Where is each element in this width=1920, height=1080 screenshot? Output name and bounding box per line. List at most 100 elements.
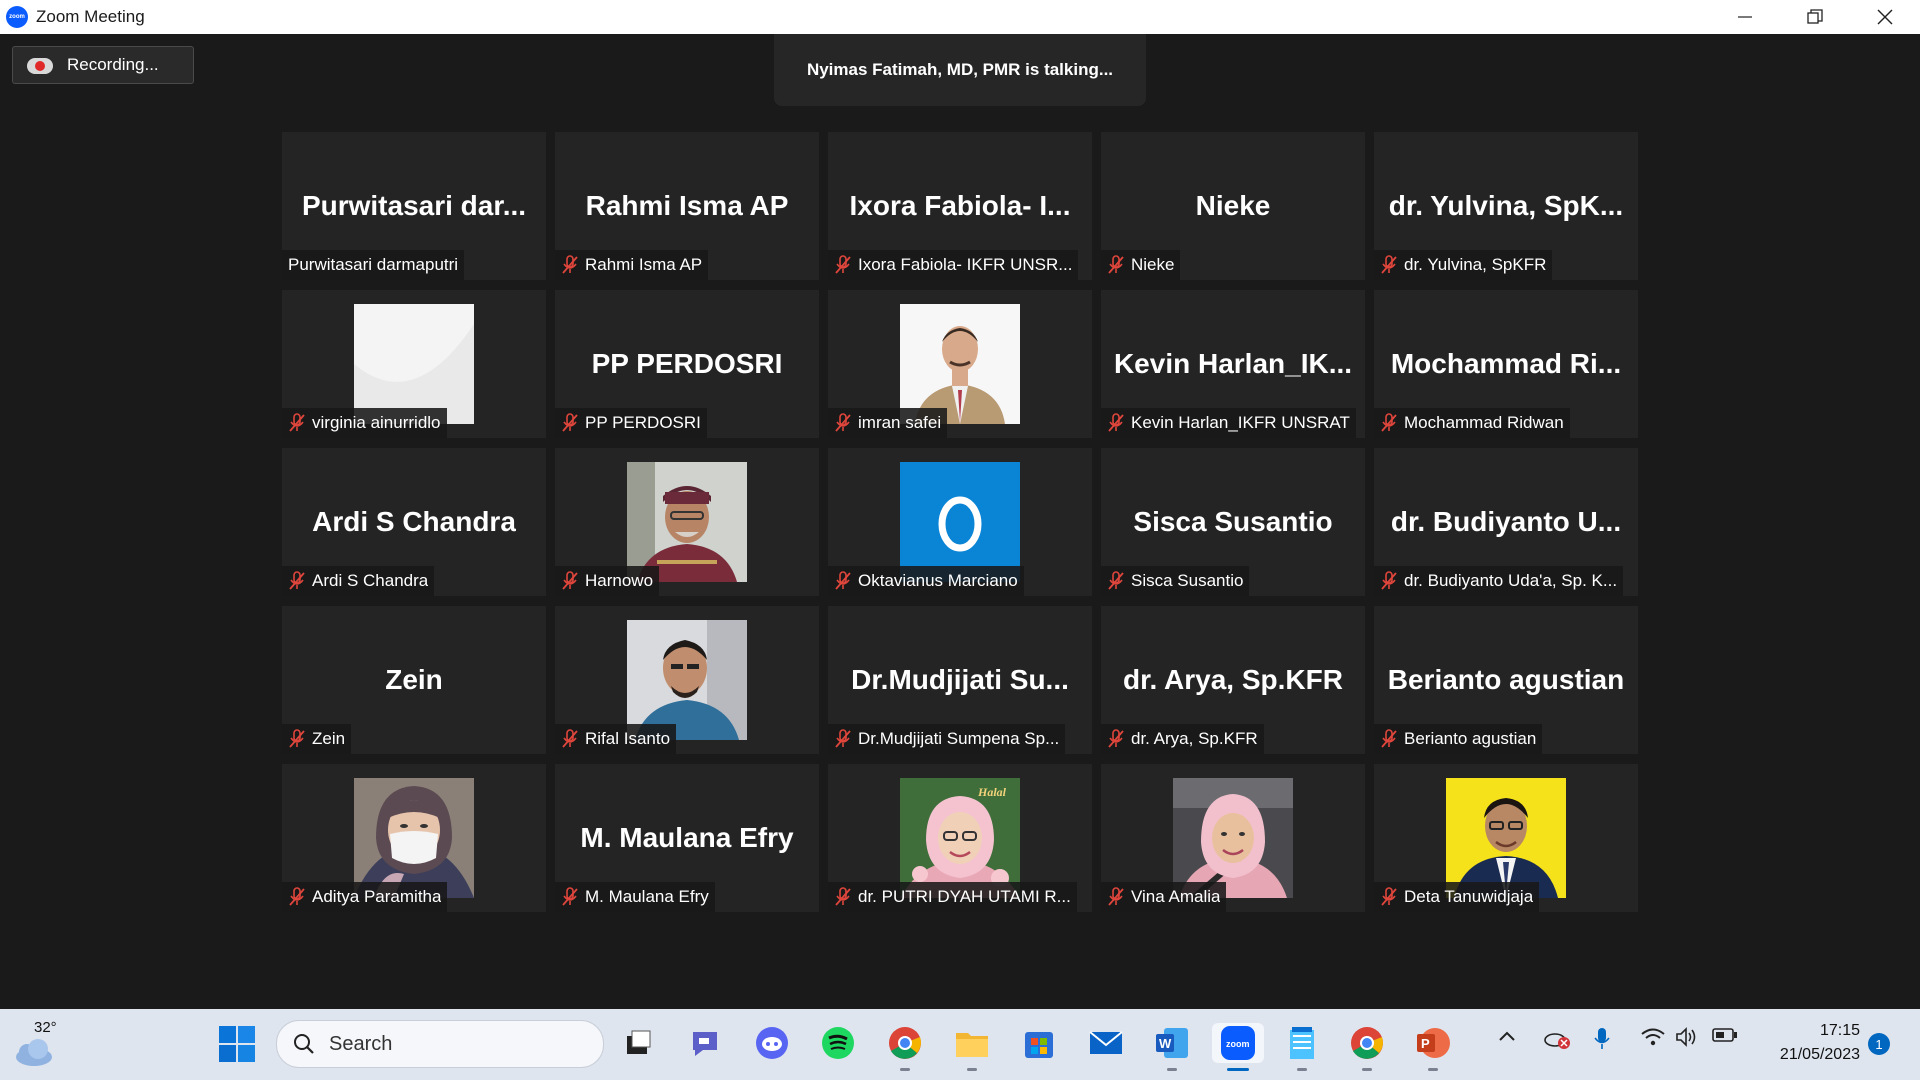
participant-tile[interactable]: virginia ainurridlo	[282, 290, 546, 438]
muted-microphone-icon	[835, 729, 851, 748]
participant-nameplate: Kevin Harlan_IKFR UNSRAT	[1101, 408, 1356, 438]
participant-name: Deta Tanuwidjaja	[1404, 887, 1534, 906]
participant-display-name-text: Dr.Mudjijati Su...	[851, 664, 1069, 695]
participant-name: Zein	[312, 729, 346, 748]
muted-microphone-icon	[835, 571, 851, 590]
svg-text:zoom: zoom	[1226, 1039, 1250, 1049]
muted-microphone-icon	[1108, 571, 1124, 590]
participant-tile[interactable]: dr. Budiyanto U... dr. Budiyanto Uda'a, S…	[1374, 448, 1638, 596]
discord-icon	[756, 1027, 788, 1059]
onedrive-status-button[interactable]	[1543, 1027, 1571, 1054]
participant-display-name-text: dr. Yulvina, SpK...	[1388, 190, 1624, 221]
restore-button[interactable]	[1780, 0, 1850, 34]
search-placeholder: Search	[329, 1032, 393, 1055]
participant-tile[interactable]: Ixora Fabiola- I... Ixora Fabiola- IKFR U…	[828, 132, 1092, 280]
participant-tile[interactable]: Purwitasari dar... Purwitasari darmaputri	[282, 132, 546, 280]
close-button[interactable]	[1850, 0, 1920, 34]
mail-button[interactable]	[1086, 1023, 1126, 1063]
store-button[interactable]	[1019, 1023, 1059, 1063]
notification-badge[interactable]: 1	[1868, 1033, 1890, 1055]
participant-nameplate: Aditya Paramitha	[282, 882, 448, 912]
microphone-tray-button[interactable]	[1594, 1027, 1610, 1056]
participant-tile[interactable]: Oktavianus Marciano	[828, 448, 1092, 596]
battery-button[interactable]	[1712, 1027, 1738, 1048]
file-explorer-button[interactable]	[952, 1023, 992, 1071]
zoom-taskbar-button[interactable]: zoom	[1212, 1023, 1264, 1071]
discord-button[interactable]	[752, 1023, 792, 1063]
show-hidden-icons-button[interactable]	[1498, 1027, 1516, 1048]
participant-nameplate: Rifal Isanto	[555, 724, 677, 754]
participant-tile[interactable]: Rifal Isanto	[555, 606, 819, 754]
participant-video	[1446, 778, 1566, 898]
participant-tile[interactable]: PP PERDOSRI PP PERDOSRI	[555, 290, 819, 438]
clock-date: 21/05/2023	[1779, 1046, 1860, 1063]
wifi-button[interactable]	[1640, 1027, 1666, 1052]
participant-display-name-text: Berianto agustian	[1387, 664, 1625, 695]
participant-tile[interactable]: Zein Zein	[282, 606, 546, 754]
participant-tile[interactable]: Kevin Harlan_IK... Kevin Harlan_IKFR UNSR…	[1101, 290, 1365, 438]
chrome-button[interactable]	[885, 1023, 925, 1071]
chrome-profile-button[interactable]	[1347, 1023, 1387, 1071]
muted-microphone-icon	[562, 571, 578, 590]
participant-nameplate: Vina Amalia	[1101, 882, 1227, 912]
participant-name: Nieke	[1131, 255, 1175, 274]
participant-tile[interactable]: imran safei	[828, 290, 1092, 438]
clock-time: 17:15	[1819, 1022, 1860, 1039]
participant-name: Berianto agustian	[1404, 729, 1537, 748]
participant-tile[interactable]: Ardi S Chandra Ardi S Chandra	[282, 448, 546, 596]
task-view-button[interactable]	[618, 1023, 658, 1063]
recording-indicator[interactable]: Recording...	[12, 46, 194, 84]
participant-video	[900, 462, 1020, 582]
participant-tile[interactable]: dr. Arya, Sp.KFR dr. Arya, Sp.KFR	[1101, 606, 1365, 754]
minimize-button[interactable]	[1710, 0, 1780, 34]
participant-tile[interactable]: Deta Tanuwidjaja	[1374, 764, 1638, 912]
spotify-button[interactable]	[818, 1023, 858, 1063]
participant-tile[interactable]: Dr.Mudjijati Su... Dr.Mudjijati Sumpena S…	[828, 606, 1092, 754]
participant-tile[interactable]: Vina Amalia	[1101, 764, 1365, 912]
volume-button[interactable]	[1675, 1027, 1699, 1052]
powerpoint-button[interactable]: P	[1413, 1023, 1453, 1071]
taskbar-search[interactable]: Search	[276, 1020, 604, 1068]
participant-tile[interactable]: M. Maulana Efry M. Maulana Efry	[555, 764, 819, 912]
recording-cloud-icon	[27, 56, 53, 74]
participant-tile[interactable]: Mochammad Ri... Mochammad Ridwan	[1374, 290, 1638, 438]
muted-microphone-icon	[1108, 413, 1124, 432]
taskbar-clock[interactable]: 17:15 21/05/2023	[1760, 1019, 1860, 1067]
weather-widget[interactable]: 32°	[12, 1019, 72, 1069]
participant-display-name-text: Ardi S Chandra	[312, 506, 516, 537]
active-speaker-text: Nyimas Fatimah, MD, PMR is talking...	[806, 60, 1114, 79]
minimize-icon	[1738, 16, 1752, 18]
participant-name: Purwitasari darmaputri	[288, 255, 459, 274]
teams-chat-button[interactable]	[685, 1023, 725, 1063]
participant-name: M. Maulana Efry	[585, 887, 709, 906]
word-button[interactable]: W	[1152, 1023, 1192, 1071]
svg-text:Halal: Halal	[977, 785, 1007, 799]
participant-nameplate: Deta Tanuwidjaja	[1374, 882, 1540, 912]
participant-tile[interactable]: Berianto agustian Berianto agustian	[1374, 606, 1638, 754]
participant-name: Vina Amalia	[1131, 887, 1221, 906]
participant-tile[interactable]: Aditya Paramitha	[282, 764, 546, 912]
muted-microphone-icon	[835, 255, 851, 274]
speaker-icon	[1676, 1027, 1696, 1047]
search-icon	[294, 1034, 314, 1054]
battery-icon	[1712, 1028, 1737, 1042]
participant-video	[627, 620, 747, 740]
close-icon	[1877, 9, 1893, 25]
participant-tile[interactable]: Rahmi Isma AP Rahmi Isma AP	[555, 132, 819, 280]
participant-video: Halal	[900, 778, 1020, 898]
notepad-icon	[1290, 1027, 1314, 1059]
wifi-icon	[1641, 1028, 1665, 1046]
task-view-icon	[627, 1030, 651, 1054]
muted-microphone-icon	[289, 887, 305, 906]
start-button[interactable]	[218, 1025, 256, 1063]
participant-name: Rahmi Isma AP	[585, 255, 703, 274]
participant-name: Aditya Paramitha	[312, 887, 442, 906]
participant-tile[interactable]: Halal dr. PUTRI DYAH UTAMI R...	[828, 764, 1092, 912]
participant-tile[interactable]: dr. Yulvina, SpK... dr. Yulvina, SpKFR	[1374, 132, 1638, 280]
notepad-button[interactable]	[1282, 1023, 1322, 1071]
weather-cloud-icon	[16, 1039, 52, 1066]
participant-tile[interactable]: Nieke Nieke	[1101, 132, 1365, 280]
participant-tile[interactable]: Harnowo	[555, 448, 819, 596]
participant-name: Rifal Isanto	[585, 729, 671, 748]
participant-tile[interactable]: Sisca Susantio Sisca Susantio	[1101, 448, 1365, 596]
